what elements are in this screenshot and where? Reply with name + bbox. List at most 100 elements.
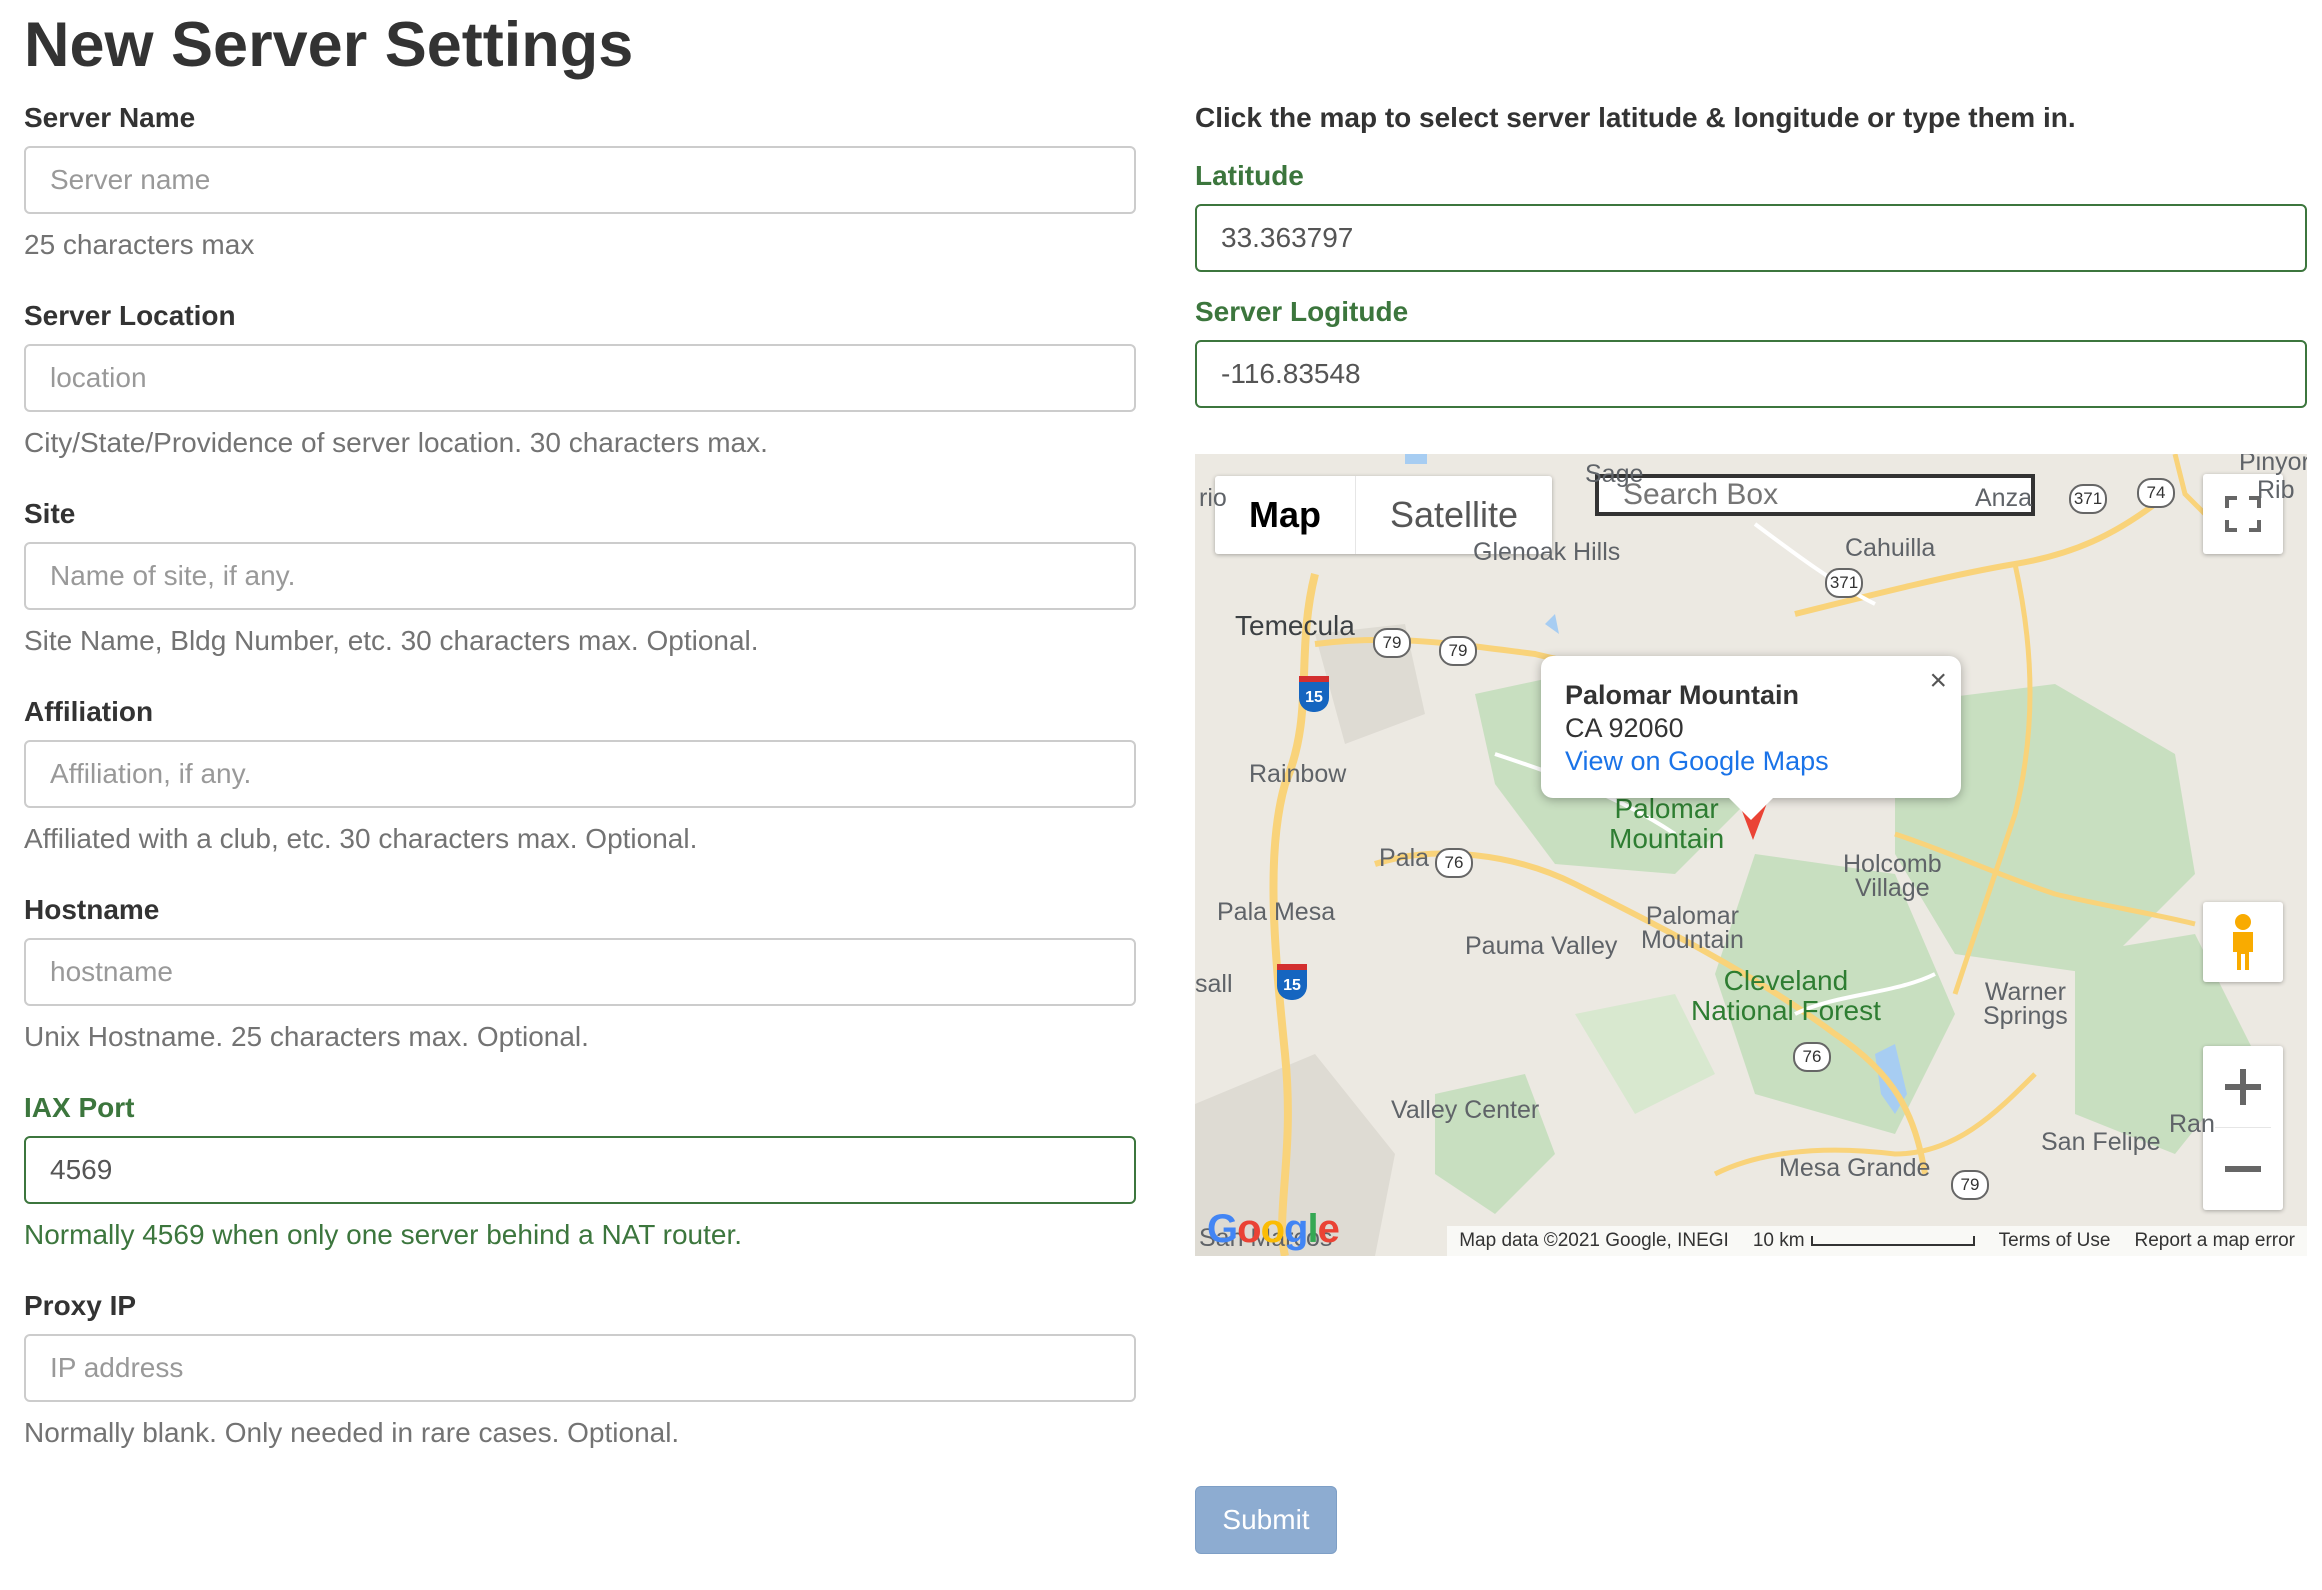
map-label-palomar-mountain-line1: Palomar [1614,793,1719,824]
map-label-cahuilla: Cahuilla [1845,534,1936,562]
hostname-input[interactable] [24,938,1136,1006]
longitude-group: Server Logitude [1195,294,2307,408]
map-label-warner-line2: Springs [1983,1002,2068,1030]
pegman-icon [2233,914,2253,970]
map-label-pauma-valley: Pauma Valley [1465,932,1618,960]
map-terms-link[interactable]: Terms of Use [1987,1230,2123,1252]
map-label-palomar-small: Palomar Mountain [1641,902,1744,954]
site-help: Site Name, Bldg Number, etc. 30 characte… [24,625,759,656]
map-type-map-button[interactable]: Map [1215,476,1355,554]
map-label-palomar-mountain-line2: Mountain [1609,823,1725,854]
map-label-holcomb-line1: Holcomb [1843,850,1942,878]
map-label-rio: rio [1199,484,1227,512]
latitude-input[interactable] [1195,204,2307,272]
pegman-button[interactable] [2203,902,2283,982]
map-label-ribbonwood: Rib [2257,476,2295,504]
proxy-ip-input[interactable] [24,1334,1136,1402]
server-name-help: 25 characters max [24,229,255,260]
map-label-cleveland-line1: Cleveland [1723,965,1849,996]
map-label-pala: Pala [1379,844,1430,872]
map-info-window: × Palomar Mountain CA 92060 View on Goog… [1541,656,1961,820]
map-label-cleveland-forest: Cleveland National Forest [1691,966,1881,1026]
map-label-palomar-mountain: Palomar Mountain [1609,794,1724,854]
location-panel: Click the map to select server latitude … [1195,100,2307,408]
proxy-ip-label: Proxy IP [24,1290,137,1321]
route-79-shield-a: 79 [1373,628,1411,658]
map-label-sage: Sage [1585,460,1644,488]
map-canvas[interactable]: Map Satellite Sage Glenoak Hills rio Anz… [1195,454,2307,1256]
map-label-rainbow: Rainbow [1249,760,1347,788]
minus-icon [2225,1166,2261,1172]
affiliation-label: Affiliation [24,696,154,727]
info-window-close-icon[interactable]: × [1929,664,1947,698]
latitude-label: Latitude [1195,160,1304,191]
route-79-shield-b: 79 [1439,636,1477,666]
map-attribution: Map data ©2021 Google, INEGI [1459,1230,1729,1251]
affiliation-help: Affiliated with a club, etc. 30 characte… [24,823,698,854]
route-371-shield-b: 371 [1825,568,1863,598]
map-footer-bar: Map data ©2021 Google, INEGI 10 km Terms… [1447,1226,2307,1256]
plus-icon [2225,1069,2261,1105]
iax-port-group: IAX Port Normally 4569 when only one ser… [24,1090,1136,1288]
site-label: Site [24,498,76,529]
map-label-anza: Anza [1975,484,2032,512]
map-label-mesa-grande: Mesa Grande [1779,1154,1931,1182]
page-title: New Server Settings [24,10,634,80]
map-label-sall: sall [1195,970,1233,998]
map-label-pinyon: Pinyor [2239,454,2307,476]
zoom-in-button[interactable] [2203,1046,2283,1128]
zoom-control [2203,1046,2283,1210]
latitude-group: Latitude [1195,158,2307,272]
map-label-glenoak: Glenoak Hills [1473,538,1621,566]
map-label-pala-mesa: Pala Mesa [1217,898,1336,926]
view-on-google-maps-link[interactable]: View on Google Maps [1565,744,1937,778]
site-group: Site Site Name, Bldg Number, etc. 30 cha… [24,496,1136,694]
interstate-15-shield-b: 15 [1277,964,1307,1000]
proxy-ip-group: Proxy IP Normally blank. Only needed in … [24,1288,1136,1486]
info-window-address: CA 92060 [1565,713,1684,743]
route-76-shield-a: 76 [1435,848,1473,878]
server-name-group: Server Name 25 characters max [24,100,1136,298]
submit-button[interactable]: Submit [1195,1486,1337,1554]
server-form: Server Name 25 characters max Server Loc… [24,100,1136,1486]
map-scale: 10 km [1741,1230,1987,1252]
map-label-san-felipe: San Felipe [2041,1128,2161,1156]
server-location-group: Server Location City/State/Providence of… [24,298,1136,496]
longitude-input[interactable] [1195,340,2307,408]
server-name-label: Server Name [24,102,196,133]
iax-port-label: IAX Port [24,1092,135,1123]
map-report-error-link[interactable]: Report a map error [2122,1230,2307,1252]
map-label-cleveland-line2: National Forest [1691,995,1881,1026]
server-location-input[interactable] [24,344,1136,412]
map-label-ran: Ran [2169,1110,2215,1138]
iax-port-help: Normally 4569 when only one server behin… [24,1219,743,1250]
map-label-palomar-small-line2: Mountain [1641,926,1744,954]
map-instructions: Click the map to select server latitude … [1195,102,2076,133]
info-window-place-name: Palomar Mountain [1565,680,1800,710]
server-location-label: Server Location [24,300,236,331]
map-scale-bar [1810,1235,1975,1246]
map-label-palomar-small-line1: Palomar [1645,902,1739,930]
map-label-warner-springs: Warner Springs [1983,978,2068,1030]
zoom-out-button[interactable] [2203,1128,2283,1210]
map-label-temecula: Temecula [1235,610,1355,641]
site-input[interactable] [24,542,1136,610]
route-79-shield-c: 79 [1951,1170,1989,1200]
affiliation-input[interactable] [24,740,1136,808]
affiliation-group: Affiliation Affiliated with a club, etc.… [24,694,1136,892]
map-label-warner-line1: Warner [1984,978,2066,1006]
server-location-help: City/State/Providence of server location… [24,427,768,458]
hostname-help: Unix Hostname. 25 characters max. Option… [24,1021,589,1052]
server-name-input[interactable] [24,146,1136,214]
longitude-label: Server Logitude [1195,296,1409,327]
route-371-shield-a: 371 [2069,484,2107,514]
hostname-label: Hostname [24,894,160,925]
map-label-holcomb-line2: Village [1855,874,1930,902]
hostname-group: Hostname Unix Hostname. 25 characters ma… [24,892,1136,1090]
map-label-holcomb: Holcomb Village [1843,850,1942,902]
iax-port-input[interactable] [24,1136,1136,1204]
google-logo: Google [1207,1207,1340,1251]
interstate-15-shield-a: 15 [1299,676,1329,712]
route-74-shield: 74 [2137,478,2175,508]
map-search-input[interactable] [1595,474,2035,516]
